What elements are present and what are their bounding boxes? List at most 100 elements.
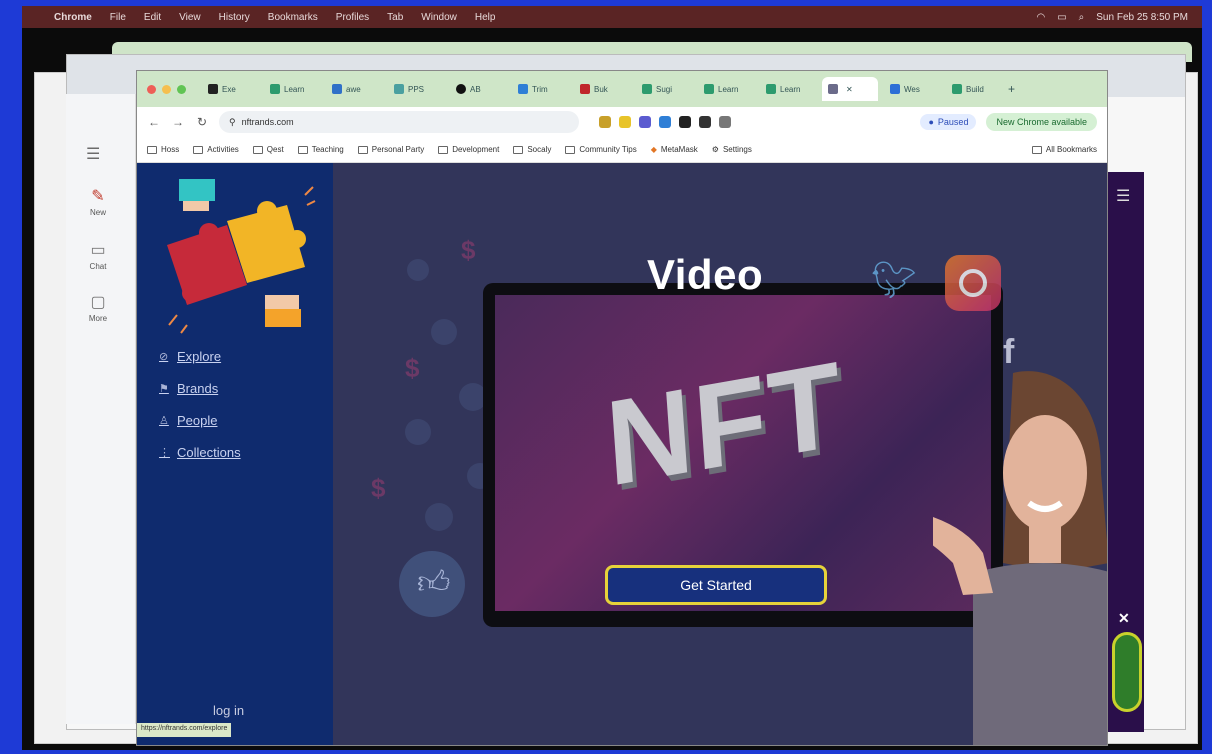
browser-tab[interactable]: Build bbox=[946, 77, 1002, 101]
bookmark-label: Activities bbox=[207, 145, 239, 154]
puzzle-logo[interactable] bbox=[157, 175, 317, 335]
bubble-icon bbox=[407, 259, 429, 281]
extension-icon[interactable] bbox=[599, 116, 611, 128]
bookmark-folder[interactable]: Personal Party bbox=[357, 145, 424, 154]
rail-item-new[interactable]: ✎ New bbox=[78, 186, 118, 217]
browser-tab[interactable]: Exe bbox=[202, 77, 258, 101]
close-tab-icon[interactable]: ✕ bbox=[846, 85, 853, 94]
browser-tab[interactable]: Learn bbox=[264, 77, 320, 101]
bookmark-folder[interactable]: Development bbox=[438, 145, 499, 154]
hamburger-icon[interactable]: ☰ bbox=[86, 144, 106, 164]
bookmark-link[interactable]: ⚙ Settings bbox=[712, 145, 752, 154]
bookmark-folder[interactable]: Activities bbox=[193, 145, 239, 154]
site-sidebar: ⊘ Explore ⚑ Brands ♙ People ⋮ Collections lo… bbox=[137, 163, 333, 745]
menu-view[interactable]: View bbox=[179, 12, 201, 23]
tab-favicon bbox=[890, 84, 900, 94]
tab-favicon bbox=[952, 84, 962, 94]
webpage: ⊘ Explore ⚑ Brands ♙ People ⋮ Collections lo… bbox=[137, 163, 1107, 745]
all-bookmarks[interactable]: All Bookmarks bbox=[1031, 145, 1097, 154]
login-link[interactable]: log in bbox=[213, 703, 244, 718]
url-bar[interactable]: ⚲ nftrands.com bbox=[219, 111, 579, 133]
menu-file[interactable]: File bbox=[110, 12, 126, 23]
nav-people[interactable]: ♙ People bbox=[159, 413, 241, 428]
close-icon[interactable]: ✕ bbox=[1118, 610, 1130, 627]
extension-icon[interactable] bbox=[679, 116, 691, 128]
browser-tab[interactable]: Learn bbox=[698, 77, 754, 101]
bookmark-folder[interactable]: Socaly bbox=[513, 145, 551, 154]
forward-icon[interactable]: → bbox=[171, 115, 185, 129]
nav-label: Brands bbox=[177, 381, 219, 396]
tab-favicon bbox=[456, 84, 466, 94]
nft-graphic-text: NFT bbox=[602, 336, 848, 512]
browser-tab[interactable]: PPS bbox=[388, 77, 444, 101]
mac-menubar: Chrome File Edit View History Bookmarks … bbox=[22, 6, 1202, 28]
extension-icon[interactable] bbox=[659, 116, 671, 128]
menu-history[interactable]: History bbox=[219, 12, 250, 23]
tab-bar: Exe Learn awe PPS AB Trim Buk Sugi Learn… bbox=[137, 71, 1107, 107]
bookmark-folder[interactable]: Qest bbox=[252, 145, 284, 154]
search-icon[interactable]: ⌕ bbox=[1079, 12, 1085, 23]
tab-title: Wes bbox=[904, 84, 920, 94]
wifi-icon[interactable]: ◠ bbox=[1036, 12, 1045, 23]
clock[interactable]: Sun Feb 25 8:50 PM bbox=[1096, 12, 1188, 23]
bookmark-label: Teaching bbox=[311, 145, 344, 154]
nav-collections[interactable]: ⋮ Collections bbox=[159, 445, 241, 460]
tab-title: Learn bbox=[780, 84, 801, 94]
menu-tab[interactable]: Tab bbox=[387, 12, 403, 23]
compass-icon: ⊘ bbox=[159, 351, 169, 363]
monitor-screen: NFT bbox=[495, 295, 991, 611]
grid-icon: ⋮ bbox=[159, 447, 170, 459]
browser-tab[interactable]: Trim bbox=[512, 77, 568, 101]
tab-favicon bbox=[518, 84, 528, 94]
url-text: nftrands.com bbox=[241, 117, 294, 127]
more-icon: ▢ bbox=[90, 294, 106, 311]
extension-icon[interactable] bbox=[699, 116, 711, 128]
nav-brands[interactable]: ⚑ Brands bbox=[159, 381, 241, 396]
bookmark-label: All Bookmarks bbox=[1045, 145, 1097, 154]
bookmark-link[interactable]: ◆ MetaMask bbox=[651, 145, 698, 154]
site-info-icon[interactable]: ⚲ bbox=[229, 117, 236, 128]
menu-icon[interactable]: ☰ bbox=[1116, 186, 1130, 206]
nav-explore[interactable]: ⊘ Explore bbox=[159, 349, 241, 364]
tab-favicon bbox=[704, 84, 714, 94]
rail-item-chat[interactable]: ▭ Chat bbox=[78, 240, 118, 271]
close-window-button[interactable] bbox=[147, 84, 156, 94]
back-icon[interactable]: ← bbox=[147, 115, 161, 129]
battery-icon[interactable]: ▭ bbox=[1057, 12, 1066, 23]
profile-chip[interactable]: ● Paused bbox=[920, 114, 977, 130]
menu-help[interactable]: Help bbox=[475, 12, 496, 23]
folder-icon bbox=[565, 145, 576, 154]
menu-edit[interactable]: Edit bbox=[144, 12, 161, 23]
browser-tab[interactable]: Learn bbox=[760, 77, 816, 101]
bookmark-folder[interactable]: Hoss bbox=[147, 145, 179, 154]
zoom-window-button[interactable] bbox=[177, 84, 186, 94]
brand-logo bbox=[1112, 632, 1142, 712]
menu-window[interactable]: Window bbox=[421, 12, 457, 23]
browser-tab[interactable]: awe bbox=[326, 77, 382, 101]
bookmark-folder[interactable]: Community Tips bbox=[565, 145, 637, 154]
puzzle-icon[interactable] bbox=[719, 116, 731, 128]
minimize-window-button[interactable] bbox=[162, 84, 171, 94]
browser-tab[interactable]: Sugi bbox=[636, 77, 692, 101]
folder-icon bbox=[297, 145, 308, 154]
extension-icon[interactable] bbox=[639, 116, 651, 128]
browser-tab-active[interactable]: ✕ bbox=[822, 77, 878, 101]
menu-bookmarks[interactable]: Bookmarks bbox=[268, 12, 318, 23]
folder-icon bbox=[193, 145, 204, 154]
bookmark-label: Qest bbox=[266, 145, 284, 154]
nav-label: People bbox=[177, 413, 218, 428]
get-started-button[interactable]: Get Started bbox=[605, 565, 827, 605]
extension-icon[interactable] bbox=[619, 116, 631, 128]
rail-item-more[interactable]: ▢ More bbox=[78, 292, 118, 323]
browser-tab[interactable]: Wes bbox=[884, 77, 940, 101]
update-chrome-button[interactable]: New Chrome available bbox=[986, 113, 1097, 131]
bookmark-folder[interactable]: Teaching bbox=[297, 145, 344, 154]
browser-tab[interactable]: Buk bbox=[574, 77, 630, 101]
menu-app[interactable]: Chrome bbox=[54, 12, 92, 23]
background-site-strip: ☰ ✕ bbox=[1104, 172, 1144, 732]
browser-tab[interactable]: AB bbox=[450, 77, 506, 101]
bubble-icon bbox=[425, 503, 453, 531]
new-tab-button[interactable]: + bbox=[1008, 82, 1015, 96]
menu-profiles[interactable]: Profiles bbox=[336, 12, 369, 23]
reload-icon[interactable]: ↻ bbox=[195, 115, 209, 129]
